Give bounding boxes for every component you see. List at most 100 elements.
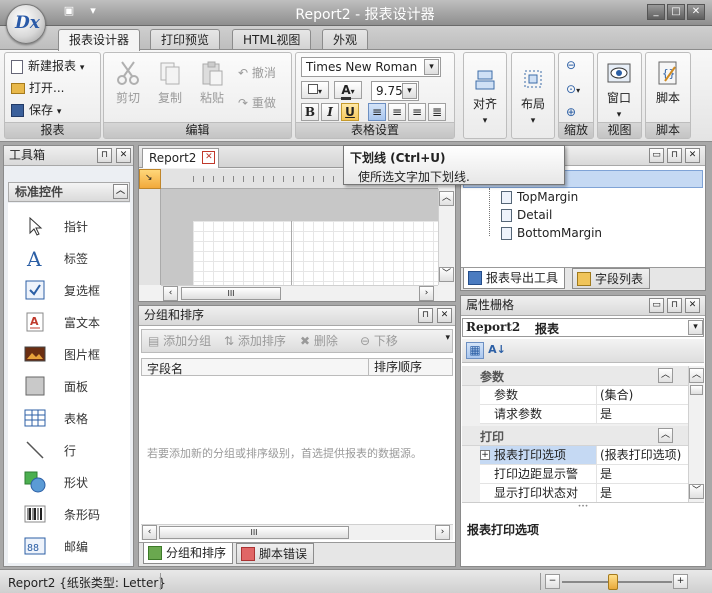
scroll-down-icon[interactable]: ﹀ [439,267,454,282]
save-icon[interactable]: ▣ [60,4,78,20]
undo-button[interactable]: ↶ 撤消 [238,63,276,83]
add-group-button[interactable]: ▤ 添加分组 [148,331,211,351]
zoom-in-button[interactable]: ⊕ [566,102,576,122]
italic-button[interactable]: I [321,103,339,121]
sort-alphabetical-icon[interactable]: A↓ [488,342,506,359]
toolbox-item-checkbox[interactable]: 复选框 [14,275,130,305]
close-icon[interactable]: ✕ [685,298,700,313]
application-menu-button[interactable]: Dx [6,4,46,44]
tree-item-detail[interactable]: Detail [501,208,552,222]
report-band-grid[interactable] [193,221,438,285]
scroll-right-icon[interactable]: › [435,525,450,540]
group-sort-horizontal-scrollbar[interactable]: ‹ III › [141,524,453,540]
font-size-select[interactable]: 9.75 ▾ [371,81,419,101]
script-button[interactable]: {} 脚本 [648,55,688,106]
pin-icon[interactable]: ⊓ [667,298,682,313]
close-icon[interactable]: ✕ [116,148,131,163]
font-family-select[interactable]: Times New Roman ▾ [301,57,441,77]
toolbox-item-table[interactable]: 表格 [14,403,130,433]
open-button[interactable]: 打开... [11,78,64,98]
underline-button[interactable]: U [341,103,359,121]
window-icon[interactable]: ▭ [649,298,664,313]
scroll-thumb[interactable]: III [159,526,349,539]
redo-button[interactable]: ↷ 重做 [238,93,276,113]
toolbox-item-panel[interactable]: 面板 [14,371,130,401]
designer-horizontal-scrollbar[interactable]: ‹ III › [161,285,438,301]
chevron-up-icon[interactable]: ︿ [658,368,673,383]
ruler-corner-button[interactable]: ↘ [139,169,161,189]
toolbar-overflow-icon[interactable]: ▾ [445,333,450,343]
property-row[interactable]: 显示打印状态对 是 [480,484,688,502]
pin-icon[interactable]: ⊓ [667,148,682,163]
save-button[interactable]: 保存 ▾ [11,100,61,120]
window-icon[interactable]: ▭ [649,148,664,163]
paste-button[interactable]: 粘贴 [192,55,232,106]
justify-button[interactable]: ≣ [428,103,446,121]
scroll-thumb[interactable]: III [181,287,281,300]
pin-icon[interactable]: ⊓ [97,148,112,163]
expand-plus-icon[interactable]: + [480,450,490,460]
chevron-down-icon[interactable]: ▾ [688,320,703,335]
category-print[interactable]: 打印 ︿ [462,426,688,446]
scroll-left-icon[interactable]: ‹ [163,286,178,301]
property-row[interactable]: 参数 (集合) [480,386,688,405]
minimize-button[interactable]: _ [647,4,665,20]
quick-access-dropdown-icon[interactable]: ▾ [84,4,102,20]
toolbox-item-barcode[interactable]: 条形码 [14,499,130,529]
close-icon[interactable]: ✕ [685,148,700,163]
property-value[interactable]: 是 [596,465,688,483]
zoom-dropdown-button[interactable]: ⊙▾ [566,79,580,99]
maximize-button[interactable]: □ [667,4,685,20]
new-report-button[interactable]: 新建报表 ▾ [11,56,84,76]
toolbox-item-line[interactable]: 行 [14,435,130,465]
delete-button[interactable]: ✖ 删除 [300,331,338,351]
toolbox-item-richtext[interactable]: A 富文本 [14,307,130,337]
toolbox-item-label-control[interactable]: A 标签 [14,243,130,273]
tab-field-list[interactable]: 字段列表 [572,268,651,289]
toolbox-item-picturebox[interactable]: 图片框 [14,339,130,369]
zoom-out-button[interactable]: ⊖ [566,55,576,75]
property-vertical-scrollbar[interactable]: ︿ ﹀ [688,366,704,502]
close-button[interactable]: ✕ [687,4,705,20]
cut-button[interactable]: 剪切 [108,55,148,106]
tab-group-and-sort[interactable]: 分组和排序 [143,543,234,564]
scroll-thumb[interactable] [690,385,703,395]
toolbox-item-pointer[interactable]: 指针 [14,211,130,241]
close-tab-icon[interactable]: ✕ [202,151,216,164]
scroll-up-icon[interactable]: ︿ [439,191,454,206]
chevron-up-icon[interactable]: ︿ [658,428,673,443]
add-sort-button[interactable]: ⇅ 添加排序 [224,331,286,351]
tab-script-errors[interactable]: 脚本错误 [236,543,315,564]
tab-report-designer[interactable]: 报表设计器 [58,29,141,51]
tab-appearance[interactable]: 外观 [322,29,369,50]
categorized-view-icon[interactable]: ▦ [466,342,484,359]
close-icon[interactable]: ✕ [437,308,452,323]
window-button[interactable]: 窗口 ▾ [599,55,639,120]
designer-vertical-scrollbar[interactable]: ︿ ﹀ [438,189,454,285]
toolbox-item-zipcode[interactable]: 88 邮编 [14,531,130,561]
scroll-right-icon[interactable]: › [419,286,434,301]
tree-item-topmargin[interactable]: TopMargin [501,190,578,204]
pin-icon[interactable]: ⊓ [418,308,433,323]
tab-print-preview[interactable]: 打印预览 [150,29,221,50]
category-parameters[interactable]: 参数 ︿ [462,366,688,386]
zoom-slider-thumb[interactable] [608,574,618,590]
object-selector[interactable]: Report2 报表 ▾ [462,318,704,337]
bold-button[interactable]: B [301,103,319,121]
zoom-out-icon[interactable]: − [545,574,560,589]
property-row[interactable]: 打印边距显示警 是 [480,465,688,484]
tree-item-bottommargin[interactable]: BottomMargin [501,226,602,240]
zoom-in-icon[interactable]: + [673,574,688,589]
move-down-button[interactable]: ⊖ 下移 [360,331,398,351]
align-right-button[interactable]: ≡ [408,103,426,121]
toolbox-section-header[interactable]: 标准控件 ︿ [8,182,130,202]
property-row[interactable]: 请求参数 是 [480,405,688,424]
property-value[interactable]: (报表打印选项) [596,446,688,464]
column-sort-order[interactable]: 排序顺序 [368,359,422,375]
scroll-up-icon[interactable]: ︿ [689,368,704,383]
property-value[interactable]: 是 [596,405,688,423]
chevron-up-icon[interactable]: ︿ [113,184,128,199]
document-tab-report2[interactable]: Report2 ✕ [142,148,220,168]
align-dropdown-button[interactable]: 对齐 ▾ [465,61,505,126]
scroll-left-icon[interactable]: ‹ [142,525,157,540]
